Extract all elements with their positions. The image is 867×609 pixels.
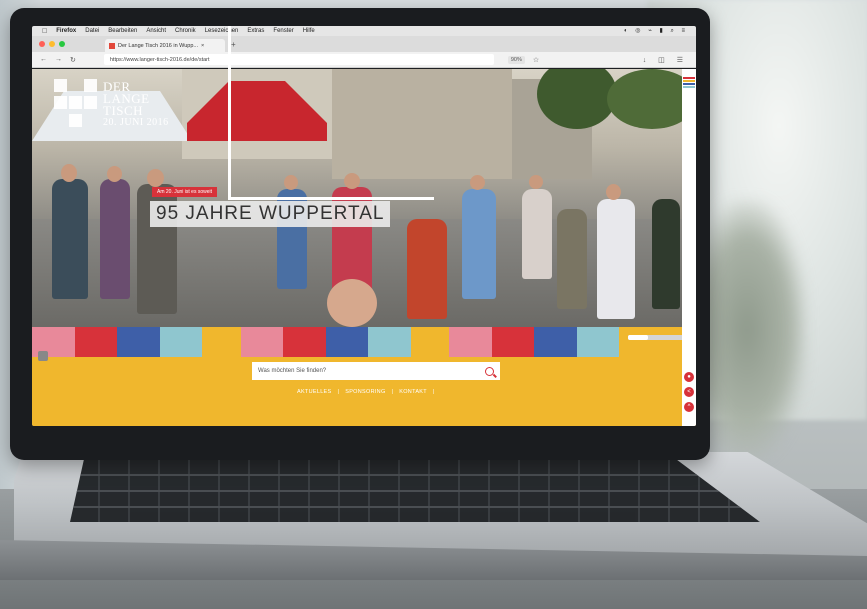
mini-color-bars [683,77,695,89]
side-rail: ● < ^ [682,69,696,426]
apple-icon[interactable]:  [42,28,47,35]
stripe-block [202,327,241,357]
browser-toolbar: ← → ↻ https://www.langer-tisch-2016.de/d… [32,52,696,68]
web-page: DER LANGE TISCH 20. JUNI 2016 Am 20. Jun… [32,69,696,426]
menu-item-hilfe[interactable]: Hilfe [303,28,315,34]
stripe-block [368,327,411,357]
nav-separator: | [432,389,435,395]
logo-text: DER LANGE TISCH 20. JUNI 2016 [103,79,169,128]
scroll-top-icon[interactable]: ^ [684,402,694,412]
toolbar-icons[interactable]: ↓ ◫ ☰ [643,56,688,64]
close-tab-icon[interactable]: × [201,43,204,49]
close-window-icon[interactable] [39,41,45,47]
menu-item-ansicht[interactable]: Ansicht [146,28,166,34]
menu-item-lesezeichen[interactable]: Lesezeichen [205,28,239,34]
stripe-block [240,327,284,357]
url-bar[interactable]: https://www.langer-tisch-2016.de/de/star… [103,54,494,65]
bookmark-star-icon[interactable]: ☆ [533,56,539,64]
keyboard-rows [70,460,760,522]
stripe-block [576,327,620,357]
zoom-indicator[interactable]: 90% [507,55,525,64]
site-logo[interactable]: DER LANGE TISCH 20. JUNI 2016 [54,79,169,129]
date-tag: Am 20. Juni ist es soweit [152,187,218,197]
nav-link-kontakt[interactable]: KONTAKT [399,389,427,395]
logo-mark-icon [54,79,97,129]
hero-photo: DER LANGE TISCH 20. JUNI 2016 Am 20. Jun… [32,69,696,327]
menu-item-bearbeiten[interactable]: Bearbeiten [108,28,137,34]
stripe-block [449,327,492,357]
stripe-block [491,327,535,357]
reload-icon[interactable]: ↻ [70,56,76,64]
favicon-icon [109,42,115,49]
url-text: https://www.langer-tisch-2016.de/de/star… [109,56,210,63]
footer-nav: AKTUELLES | SPONSORING | KONTAKT | [297,389,435,395]
nav-link-sponsoring[interactable]: SPONSORING [345,389,385,395]
laptop-lid:  Firefox Datei Bearbeiten Ansicht Chron… [10,8,710,460]
menu-app-name[interactable]: Firefox [56,28,76,34]
browser-tab[interactable]: Der Lange Tisch 2016 in Wupp... × [105,39,225,52]
menu-item-extras[interactable]: Extras [247,28,264,34]
nav-separator: | [337,389,340,395]
menu-item-datei[interactable]: Datei [85,28,99,34]
browser-tabbar: Der Lange Tisch 2016 in Wupp... × + [32,36,696,52]
menu-item-chronik[interactable]: Chronik [175,28,196,34]
stripe-block [534,327,577,357]
window-controls [32,41,65,47]
share-icon[interactable]: < [684,387,694,397]
menu-toggle-icon[interactable] [38,351,48,361]
mac-menubar:  Firefox Datei Bearbeiten Ansicht Chron… [32,26,696,36]
back-icon[interactable]: ← [40,56,47,63]
stripe-block [325,327,369,357]
minimize-window-icon[interactable] [49,41,55,47]
maximize-window-icon[interactable] [59,41,65,47]
stripe-block [159,327,203,357]
color-stripe [32,327,696,357]
stripe-block [410,327,450,357]
status-icons: ◐ ◎ ⌁ ▮ ⌕ ≡ [624,28,688,34]
nav-separator: | [391,389,394,395]
user-icon[interactable]: ● [684,372,694,382]
new-tab-icon[interactable]: + [231,40,236,49]
nav-link-aktuelles[interactable]: AKTUELLES [297,389,332,395]
menu-item-fenster[interactable]: Fenster [273,28,293,34]
search-input[interactable]: Was möchten Sie finden? [258,368,326,374]
search-box[interactable]: Was möchten Sie finden? [252,362,500,380]
stripe-block [117,327,160,357]
hero-headline: 95 JAHRE WUPPERTAL [150,201,391,227]
search-icon[interactable] [485,366,494,376]
stripe-block [283,327,326,357]
forward-icon[interactable]: → [55,56,62,63]
laptop-screen:  Firefox Datei Bearbeiten Ansicht Chron… [32,26,696,426]
stripe-block [74,327,118,357]
tab-title: Der Lange Tisch 2016 in Wupp... [118,42,199,49]
slider-control[interactable] [628,335,686,340]
